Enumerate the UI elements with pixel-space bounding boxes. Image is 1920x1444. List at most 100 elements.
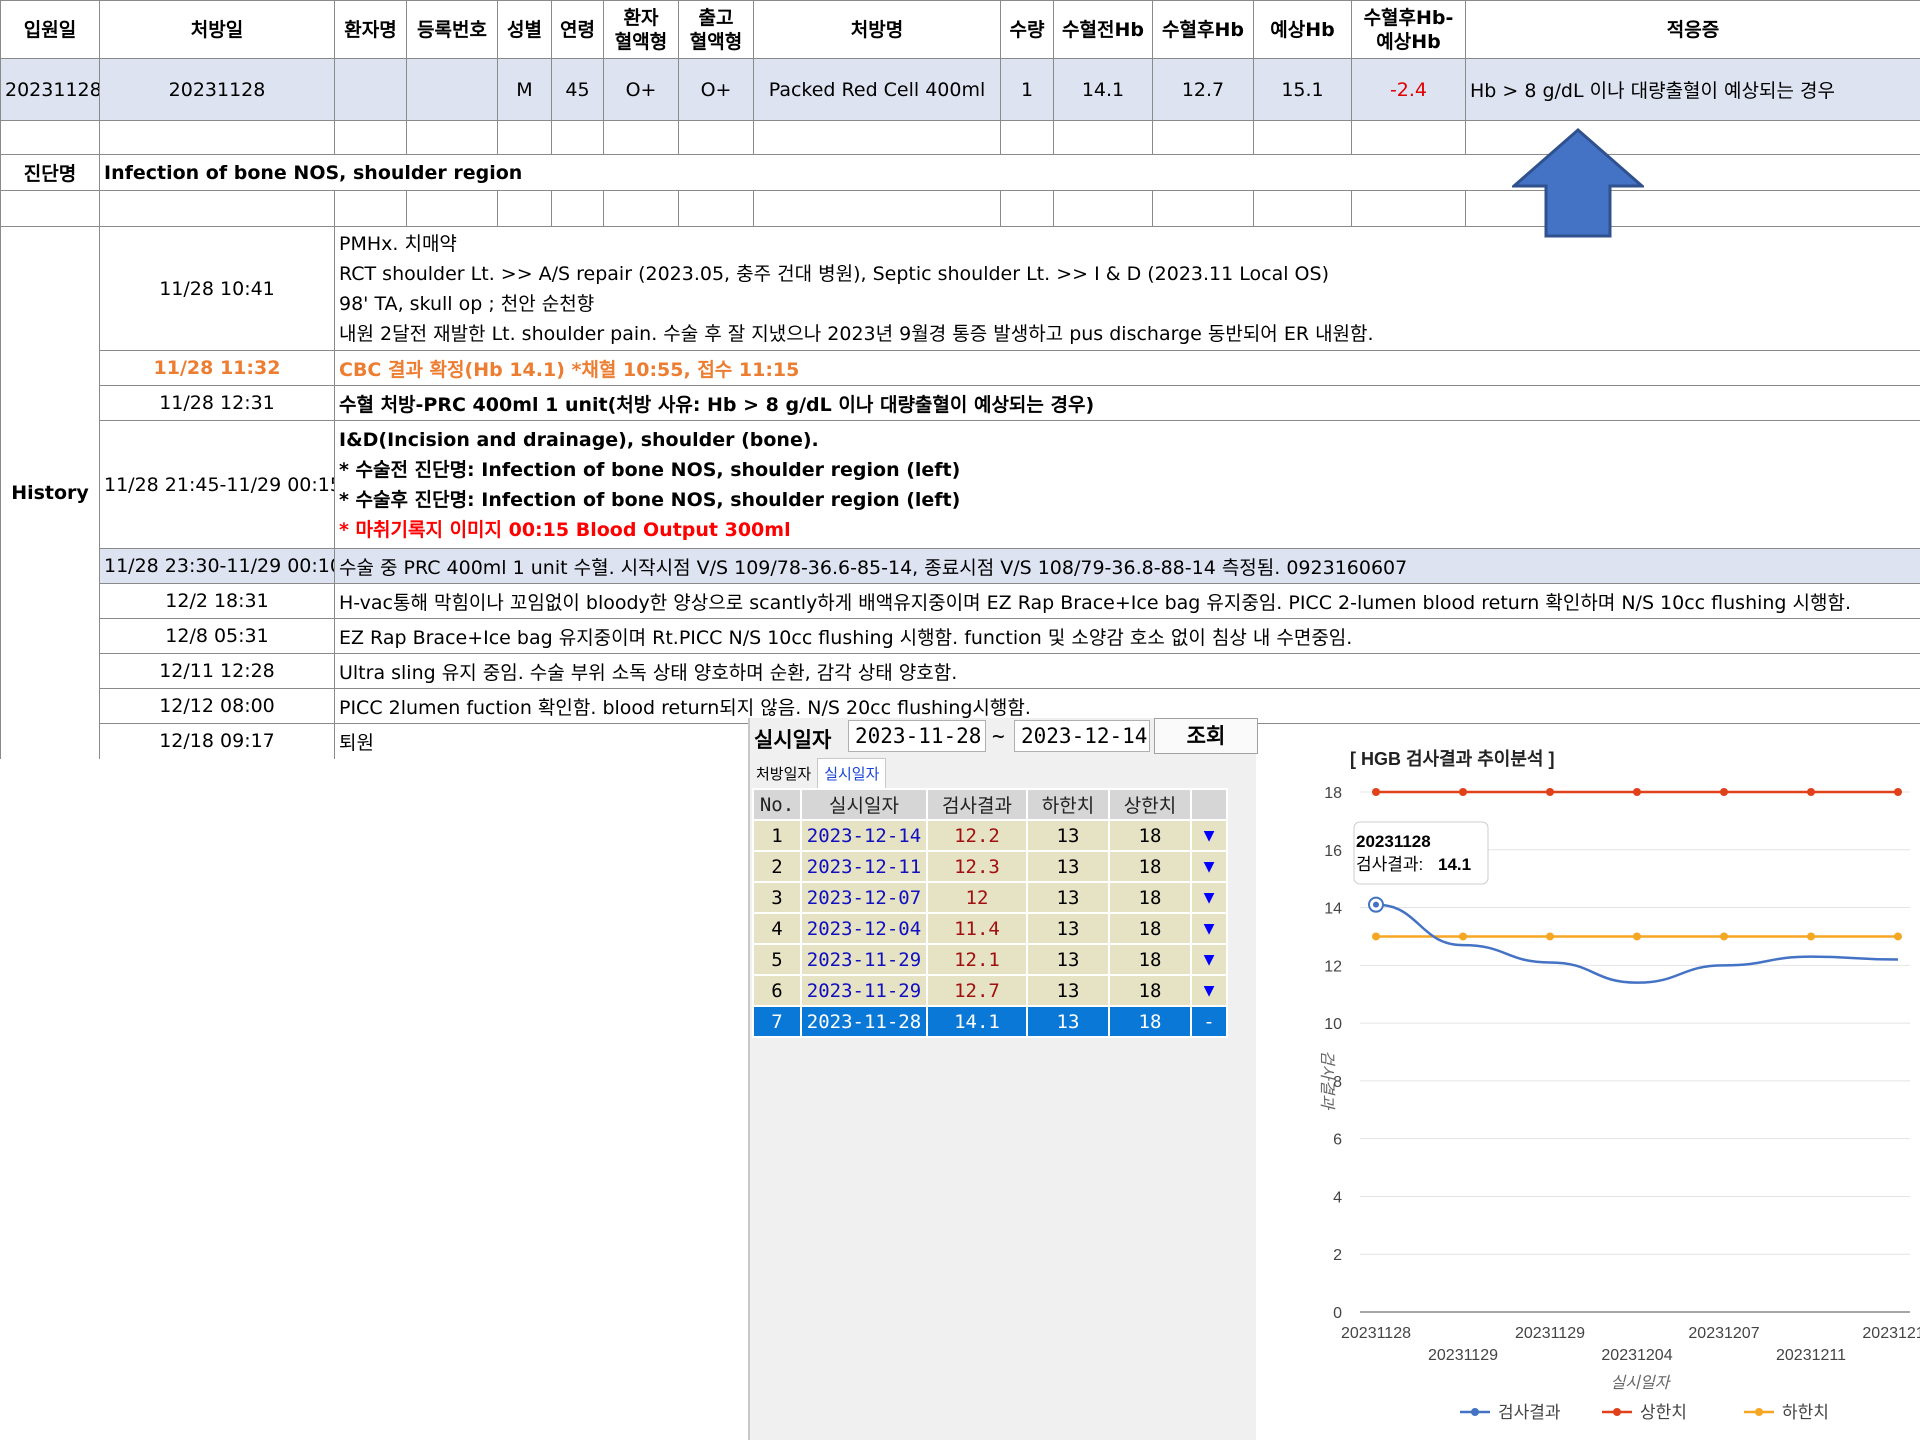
date-from-input[interactable]: 2023-11-28 bbox=[848, 720, 986, 752]
data-point bbox=[1546, 788, 1554, 796]
col-issued-blood-type: 출고 혈액형 bbox=[679, 1, 754, 59]
history-text[interactable]: CBC 결과 확정(Hb 14.1) *채혈 10:55, 접수 11:15 bbox=[335, 351, 1920, 386]
history-time: 11/28 12:31 bbox=[100, 386, 335, 421]
cell-quantity[interactable]: 1 bbox=[1001, 59, 1054, 121]
row-result: 14.1 bbox=[927, 1006, 1027, 1037]
history-text[interactable]: I&D(Incision and drainage), shoulder (bo… bbox=[335, 421, 1920, 549]
y-tick-label: 12 bbox=[1324, 958, 1342, 975]
data-point bbox=[1372, 788, 1380, 796]
row-no: 7 bbox=[753, 1006, 801, 1037]
history-text[interactable]: Ultra sling 유지 중임. 수술 부위 소독 상태 양호하며 순환, … bbox=[335, 654, 1920, 689]
col-exec-date[interactable]: 실시일자 bbox=[801, 789, 927, 820]
table-row[interactable]: 4 2023-12-04 11.4 13 18 ▼ bbox=[753, 913, 1227, 944]
chart-svg: [ HGB 검사결과 추이분석 ] 024681012141618 202311… bbox=[1270, 730, 1920, 1440]
history-text[interactable]: PMHx. 치매약 RCT shoulder Lt. >> A/S repair… bbox=[335, 227, 1920, 351]
transfusion-sheet: 입원일 처방일 환자명 등록번호 성별 연령 환자 혈액형 출고 혈액형 처방명… bbox=[0, 0, 1920, 752]
cell-hb-diff[interactable]: -2.4 bbox=[1352, 59, 1466, 121]
table-row[interactable]: 2 2023-12-11 12.3 13 18 ▼ bbox=[753, 851, 1227, 882]
history-text[interactable]: H-vac통해 막힘이나 꼬임없이 bloody한 양상으로 scantly하게… bbox=[335, 584, 1920, 619]
x-tick-label: 20231207 bbox=[1688, 1325, 1759, 1342]
row-no: 2 bbox=[753, 851, 801, 882]
cell-indication[interactable]: Hb > 8 g/dL 이나 대량출혈이 예상되는 경우 bbox=[1466, 59, 1920, 121]
col-result[interactable]: 검사결과 bbox=[927, 789, 1027, 820]
row-no: 5 bbox=[753, 944, 801, 975]
y-tick-label: 10 bbox=[1324, 1016, 1342, 1033]
row-low: 13 bbox=[1027, 944, 1109, 975]
data-point bbox=[1807, 788, 1815, 796]
table-row[interactable]: 5 2023-11-29 12.1 13 18 ▼ bbox=[753, 944, 1227, 975]
cell-expected-hb[interactable]: 15.1 bbox=[1254, 59, 1352, 121]
col-sex: 성별 bbox=[498, 1, 552, 59]
data-point bbox=[1459, 932, 1467, 940]
history-time: 12/11 12:28 bbox=[100, 654, 335, 689]
col-patient-blood-type: 환자 혈액형 bbox=[604, 1, 679, 59]
legend-label: 검사결과 bbox=[1498, 1403, 1561, 1422]
row-low: 13 bbox=[1027, 913, 1109, 944]
data-point bbox=[1894, 788, 1902, 796]
tab-order-date[interactable]: 처방일자 bbox=[750, 759, 817, 788]
history-line: 내원 2달전 재발한 Lt. shoulder pain. 수술 후 잘 지냈으… bbox=[339, 319, 1916, 349]
col-low[interactable]: 하한치 bbox=[1027, 789, 1109, 820]
row-high: 18 bbox=[1109, 851, 1191, 882]
y-tick-label: 4 bbox=[1333, 1189, 1342, 1206]
tab-exec-date[interactable]: 실시일자 bbox=[817, 758, 886, 788]
series-lines bbox=[1369, 788, 1902, 983]
col-age: 연령 bbox=[552, 1, 604, 59]
cell-patient-blood-type[interactable]: O+ bbox=[604, 59, 679, 121]
search-button[interactable]: 조회 bbox=[1154, 718, 1258, 754]
history-text[interactable]: EZ Rap Brace+Ice bag 유지중이며 Rt.PICC N/S 1… bbox=[335, 619, 1920, 654]
data-point bbox=[1633, 932, 1641, 940]
low-flag-icon: ▼ bbox=[1191, 913, 1227, 944]
row-no: 1 bbox=[753, 820, 801, 851]
history-text[interactable]: 수술 중 PRC 400ml 1 unit 수혈. 시작시점 V/S 109/7… bbox=[335, 549, 1920, 584]
table-row[interactable]: 6 2023-11-29 12.7 13 18 ▼ bbox=[753, 975, 1227, 1006]
x-tick-label: 20231128 bbox=[1341, 1325, 1411, 1342]
history-row: 11/28 11:32 CBC 결과 확정(Hb 14.1) *채혈 10:55… bbox=[1, 351, 1920, 386]
table-row[interactable]: 1 2023-12-14 12.2 13 18 ▼ bbox=[753, 820, 1227, 851]
row-date: 2023-12-07 bbox=[801, 882, 927, 913]
row-date: 2023-12-11 bbox=[801, 851, 927, 882]
cell-age[interactable]: 45 bbox=[552, 59, 604, 121]
row-high: 18 bbox=[1109, 882, 1191, 913]
cell-patient-name[interactable] bbox=[335, 59, 407, 121]
row-high: 18 bbox=[1109, 975, 1191, 1006]
data-point bbox=[1807, 932, 1815, 940]
order-row[interactable]: 20231128 20231128 M 45 O+ O+ Packed Red … bbox=[1, 59, 1920, 121]
table-row[interactable]: 3 2023-12-07 12 13 18 ▼ bbox=[753, 882, 1227, 913]
date-to-input[interactable]: 2023-12-14 bbox=[1014, 720, 1150, 752]
history-row: 11/28 23:30-11/29 00:10 수술 중 PRC 400ml 1… bbox=[1, 549, 1920, 584]
y-tick-label: 14 bbox=[1324, 901, 1342, 918]
row-date: 2023-11-29 bbox=[801, 975, 927, 1006]
table-row-selected[interactable]: 7 2023-11-28 14.1 13 18 - bbox=[753, 1006, 1227, 1037]
x-tick-label: 20231129 bbox=[1428, 1347, 1498, 1364]
history-line: * 수술후 진단명: Infection of bone NOS, should… bbox=[339, 485, 1916, 515]
tooltip-value: 14.1 bbox=[1438, 855, 1471, 874]
cell-reg-no[interactable] bbox=[407, 59, 498, 121]
row-low: 13 bbox=[1027, 851, 1109, 882]
col-order-date: 처방일 bbox=[100, 1, 335, 59]
data-point bbox=[1720, 932, 1728, 940]
cell-admission-date[interactable]: 20231128 bbox=[1, 59, 100, 121]
cell-order-name[interactable]: Packed Red Cell 400ml bbox=[754, 59, 1001, 121]
col-no[interactable]: No. bbox=[753, 789, 801, 820]
row-high: 18 bbox=[1109, 1006, 1191, 1037]
y-tick-label: 18 bbox=[1324, 785, 1342, 802]
cell-sex[interactable]: M bbox=[498, 59, 552, 121]
diagnosis-value[interactable]: Infection of bone NOS, shoulder region bbox=[100, 155, 1920, 191]
cell-order-date[interactable]: 20231128 bbox=[100, 59, 335, 121]
col-reg-no: 등록번호 bbox=[407, 1, 498, 59]
cell-post-hb[interactable]: 12.7 bbox=[1153, 59, 1254, 121]
history-text[interactable]: 수혈 처방-PRC 400ml 1 unit(처방 사유: Hb > 8 g/d… bbox=[335, 386, 1920, 421]
x-axis-label: 실시일자 bbox=[1611, 1374, 1672, 1392]
col-high[interactable]: 상한치 bbox=[1109, 789, 1191, 820]
row-low: 13 bbox=[1027, 975, 1109, 1006]
history-line: * 마취기록지 이미지 00:15 Blood Output 300ml bbox=[339, 515, 1916, 545]
cell-issued-blood-type[interactable]: O+ bbox=[679, 59, 754, 121]
row-date: 2023-11-28 bbox=[801, 1006, 927, 1037]
row-date: 2023-12-14 bbox=[801, 820, 927, 851]
row-result: 11.4 bbox=[927, 913, 1027, 944]
cell-pre-hb[interactable]: 14.1 bbox=[1054, 59, 1153, 121]
col-indication: 적응증 bbox=[1466, 1, 1920, 59]
history-time: 12/8 05:31 bbox=[100, 619, 335, 654]
row-low: 13 bbox=[1027, 820, 1109, 851]
